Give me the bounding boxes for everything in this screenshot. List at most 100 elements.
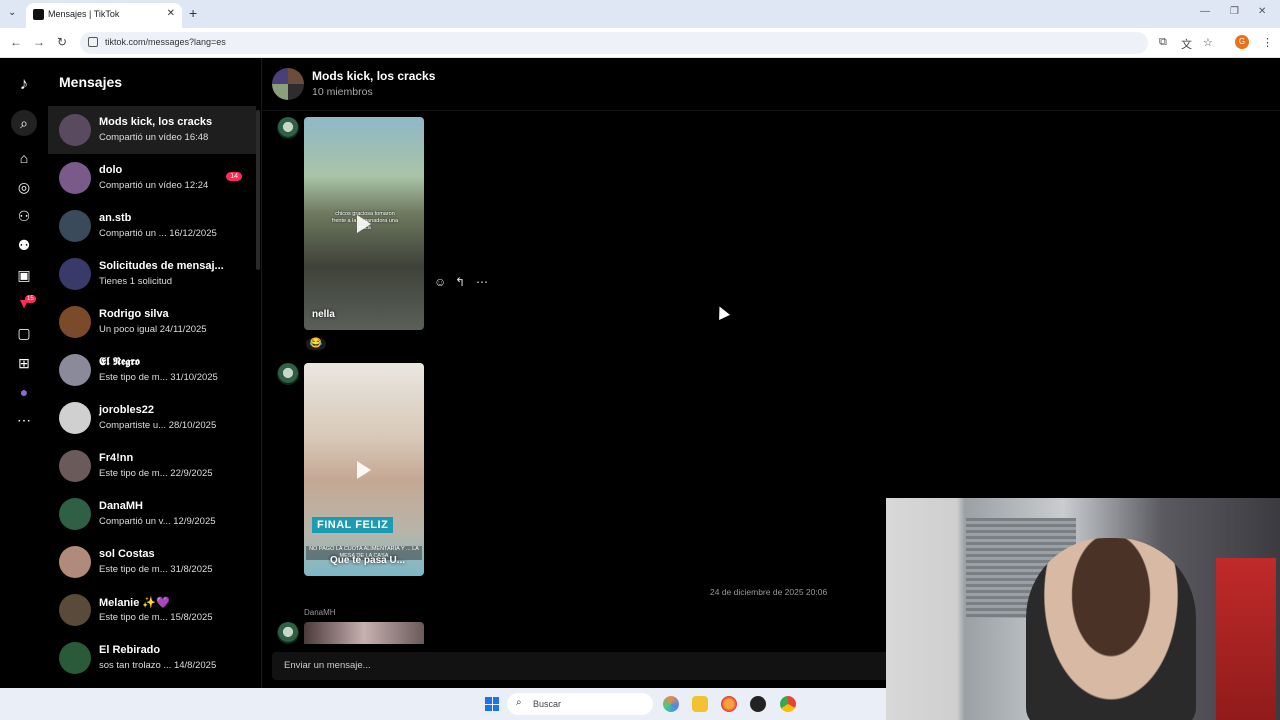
translate-icon[interactable]: 文 [1181,36,1192,52]
address-bar[interactable]: tiktok.com/messages?lang=es [80,32,1148,54]
windows-start-icon[interactable] [485,697,499,711]
avatar [59,402,91,434]
conversation-item[interactable]: dolo Compartió un vídeo 12:24 14 [48,154,256,202]
forward-icon[interactable]: → [33,35,45,49]
reload-icon[interactable]: ↻ [57,35,67,49]
tab-search-menu-icon[interactable]: ⌄ [8,7,20,19]
search-icon: ⌕ [516,697,522,708]
conversation-name: 𝕰𝖑 𝕹𝖊𝖌𝖗𝖔 [99,356,140,368]
message-more-icon[interactable]: ⋯ [476,275,488,289]
group-avatar[interactable] [272,68,304,100]
conversation-preview: sos tan trolazo ... 14/8/2025 [99,660,217,671]
conversation-preview: Compartiste u... 28/10/2025 [99,420,217,431]
shared-video-card[interactable]: FINAL FELIZ NO PAGO LA CUOTA ALIMENTARIA… [304,363,424,576]
conversation-preview: Un poco igual 24/11/2025 [99,324,207,335]
browser-tab[interactable]: Mensajes | TikTok ✕ [26,3,182,28]
explore-compass-icon[interactable]: ◎ [14,177,34,197]
video-caption: Que te pasa U... [330,555,406,566]
tiktok-logo-icon[interactable]: ♪ [14,74,34,94]
conversation-item[interactable]: Mods kick, los cracks Compartió un vídeo … [48,106,256,154]
copilot-icon[interactable] [663,696,679,712]
live-icon[interactable]: ▣ [14,265,34,285]
play-icon [357,460,371,479]
back-icon[interactable]: ← [10,35,22,49]
friends-icon[interactable]: ⚉ [14,235,34,255]
browser-tab-bar: ⌄ Mensajes | TikTok ✕ + — ❐ ✕ [0,0,1280,28]
messages-icon[interactable]: ▢ [14,323,34,343]
conversation-preview: Compartió un ... 16/12/2025 [99,228,217,239]
profile-icon[interactable]: ● [14,382,34,402]
new-tab-icon[interactable]: + [189,5,197,21]
nav-rail: ♪ ⌕ ⌂ ◎ ⚇ ⚉ ▣ ▼ 15 ▢ ⊞ ● ⋯ [0,58,48,688]
webcam-overlay [886,498,1280,720]
shared-video-card[interactable] [304,622,424,644]
conversation-item[interactable]: sol Costas Este tipo de m... 31/8/2025 [48,538,256,586]
close-tab-icon[interactable]: ✕ [167,8,175,19]
site-info-icon[interactable] [88,37,98,47]
home-icon[interactable]: ⌂ [14,148,34,168]
conversation-scrollbar[interactable] [256,110,260,270]
play-icon [357,214,371,233]
header-divider [262,110,1280,111]
conversation-item[interactable]: Rodrigo silva Un poco igual 24/11/2025 [48,298,256,346]
conversation-item[interactable]: jorobles22 Compartiste u... 28/10/2025 [48,394,256,442]
avatar [59,306,91,338]
conversation-name: an.stb [99,212,132,224]
url-text[interactable]: tiktok.com/messages?lang=es [105,37,226,47]
conversation-name: sol Costas [99,548,155,560]
tiktok-favicon-icon [33,9,44,20]
message-input[interactable]: Enviar un mensaje... [284,660,371,671]
profile-avatar[interactable]: G [1235,35,1249,49]
conversation-name: Rodrigo silva [99,308,169,320]
conversation-preview: Tienes 1 solicitud [99,276,173,287]
conversation-preview: Compartió un vídeo 16:48 [99,132,209,143]
upload-icon[interactable]: ⊞ [14,353,34,373]
conversation-item[interactable]: Solicitudes de mensaj... Tienes 1 solicit… [48,250,256,298]
conversation-name: El Rebirado [99,644,161,656]
conversation-name: Melanie ✨💜 [99,597,170,609]
avatar [59,354,91,386]
sender-avatar[interactable] [277,117,299,139]
message-reaction[interactable]: 😂 [306,338,326,350]
conversation-name: DanaMH [99,500,144,512]
conversation-name: jorobles22 [99,404,155,416]
message-timestamp: 24 de diciembre de 2025 20:06 [710,587,828,597]
following-icon[interactable]: ⚇ [14,206,34,226]
cast-icon[interactable]: ⧉ [1159,36,1167,49]
tab-title: Mensajes | TikTok [48,9,120,19]
chat-title[interactable]: Mods kick, los cracks [312,69,435,83]
search-icon[interactable]: ⌕ [11,110,37,136]
react-emoji-icon[interactable]: ☺ [434,275,446,289]
conversation-name: Mods kick, los cracks [99,116,213,128]
bookmark-star-icon[interactable]: ☆ [1203,36,1213,49]
activity-badge: 15 [25,295,36,303]
obs-icon[interactable] [750,696,766,712]
browser-menu-icon[interactable]: ⋮ [1262,36,1273,49]
conversation-item[interactable]: an.stb Compartió un ... 16/12/2025 [48,202,256,250]
conversation-preview: Compartió un v... 12/9/2025 [99,516,216,527]
more-icon[interactable]: ⋯ [14,410,34,430]
video-banner: FINAL FELIZ [312,517,394,533]
conversation-item[interactable]: Fr4!nn Este tipo de m... 22/9/2025 [48,442,256,490]
conversation-item[interactable]: Melanie ✨💜 Este tipo de m... 15/8/2025 [48,586,256,634]
shared-video-card[interactable]: chicos graciosa tomaron frente a la ... … [304,117,424,330]
avatar [59,594,91,626]
maximize-icon[interactable]: ❐ [1230,6,1239,17]
firefox-icon[interactable] [721,696,737,712]
avatar [59,450,91,482]
conversation-item[interactable]: El Rebirado sos tan trolazo ... 14/8/2025 [48,634,256,682]
reply-icon[interactable]: ↰ [455,275,465,289]
conversation-item[interactable]: DanaMH Compartió un v... 12/9/2025 [48,490,256,538]
messages-heading: Mensajes [59,74,123,90]
conversation-item[interactable]: 𝕰𝖑 𝕹𝖊𝖌𝖗𝖔 Este tipo de m... 31/10/2025 [48,346,256,394]
chrome-icon[interactable] [780,696,796,712]
close-window-icon[interactable]: ✕ [1258,6,1266,17]
taskbar-search[interactable]: ⌕ Buscar [507,693,653,715]
file-explorer-icon[interactable] [692,696,708,712]
minimize-icon[interactable]: — [1200,6,1210,17]
avatar [59,162,91,194]
sender-avatar[interactable] [277,622,299,644]
avatar [59,210,91,242]
video-caption: nella [312,309,335,320]
sender-avatar[interactable] [277,363,299,385]
